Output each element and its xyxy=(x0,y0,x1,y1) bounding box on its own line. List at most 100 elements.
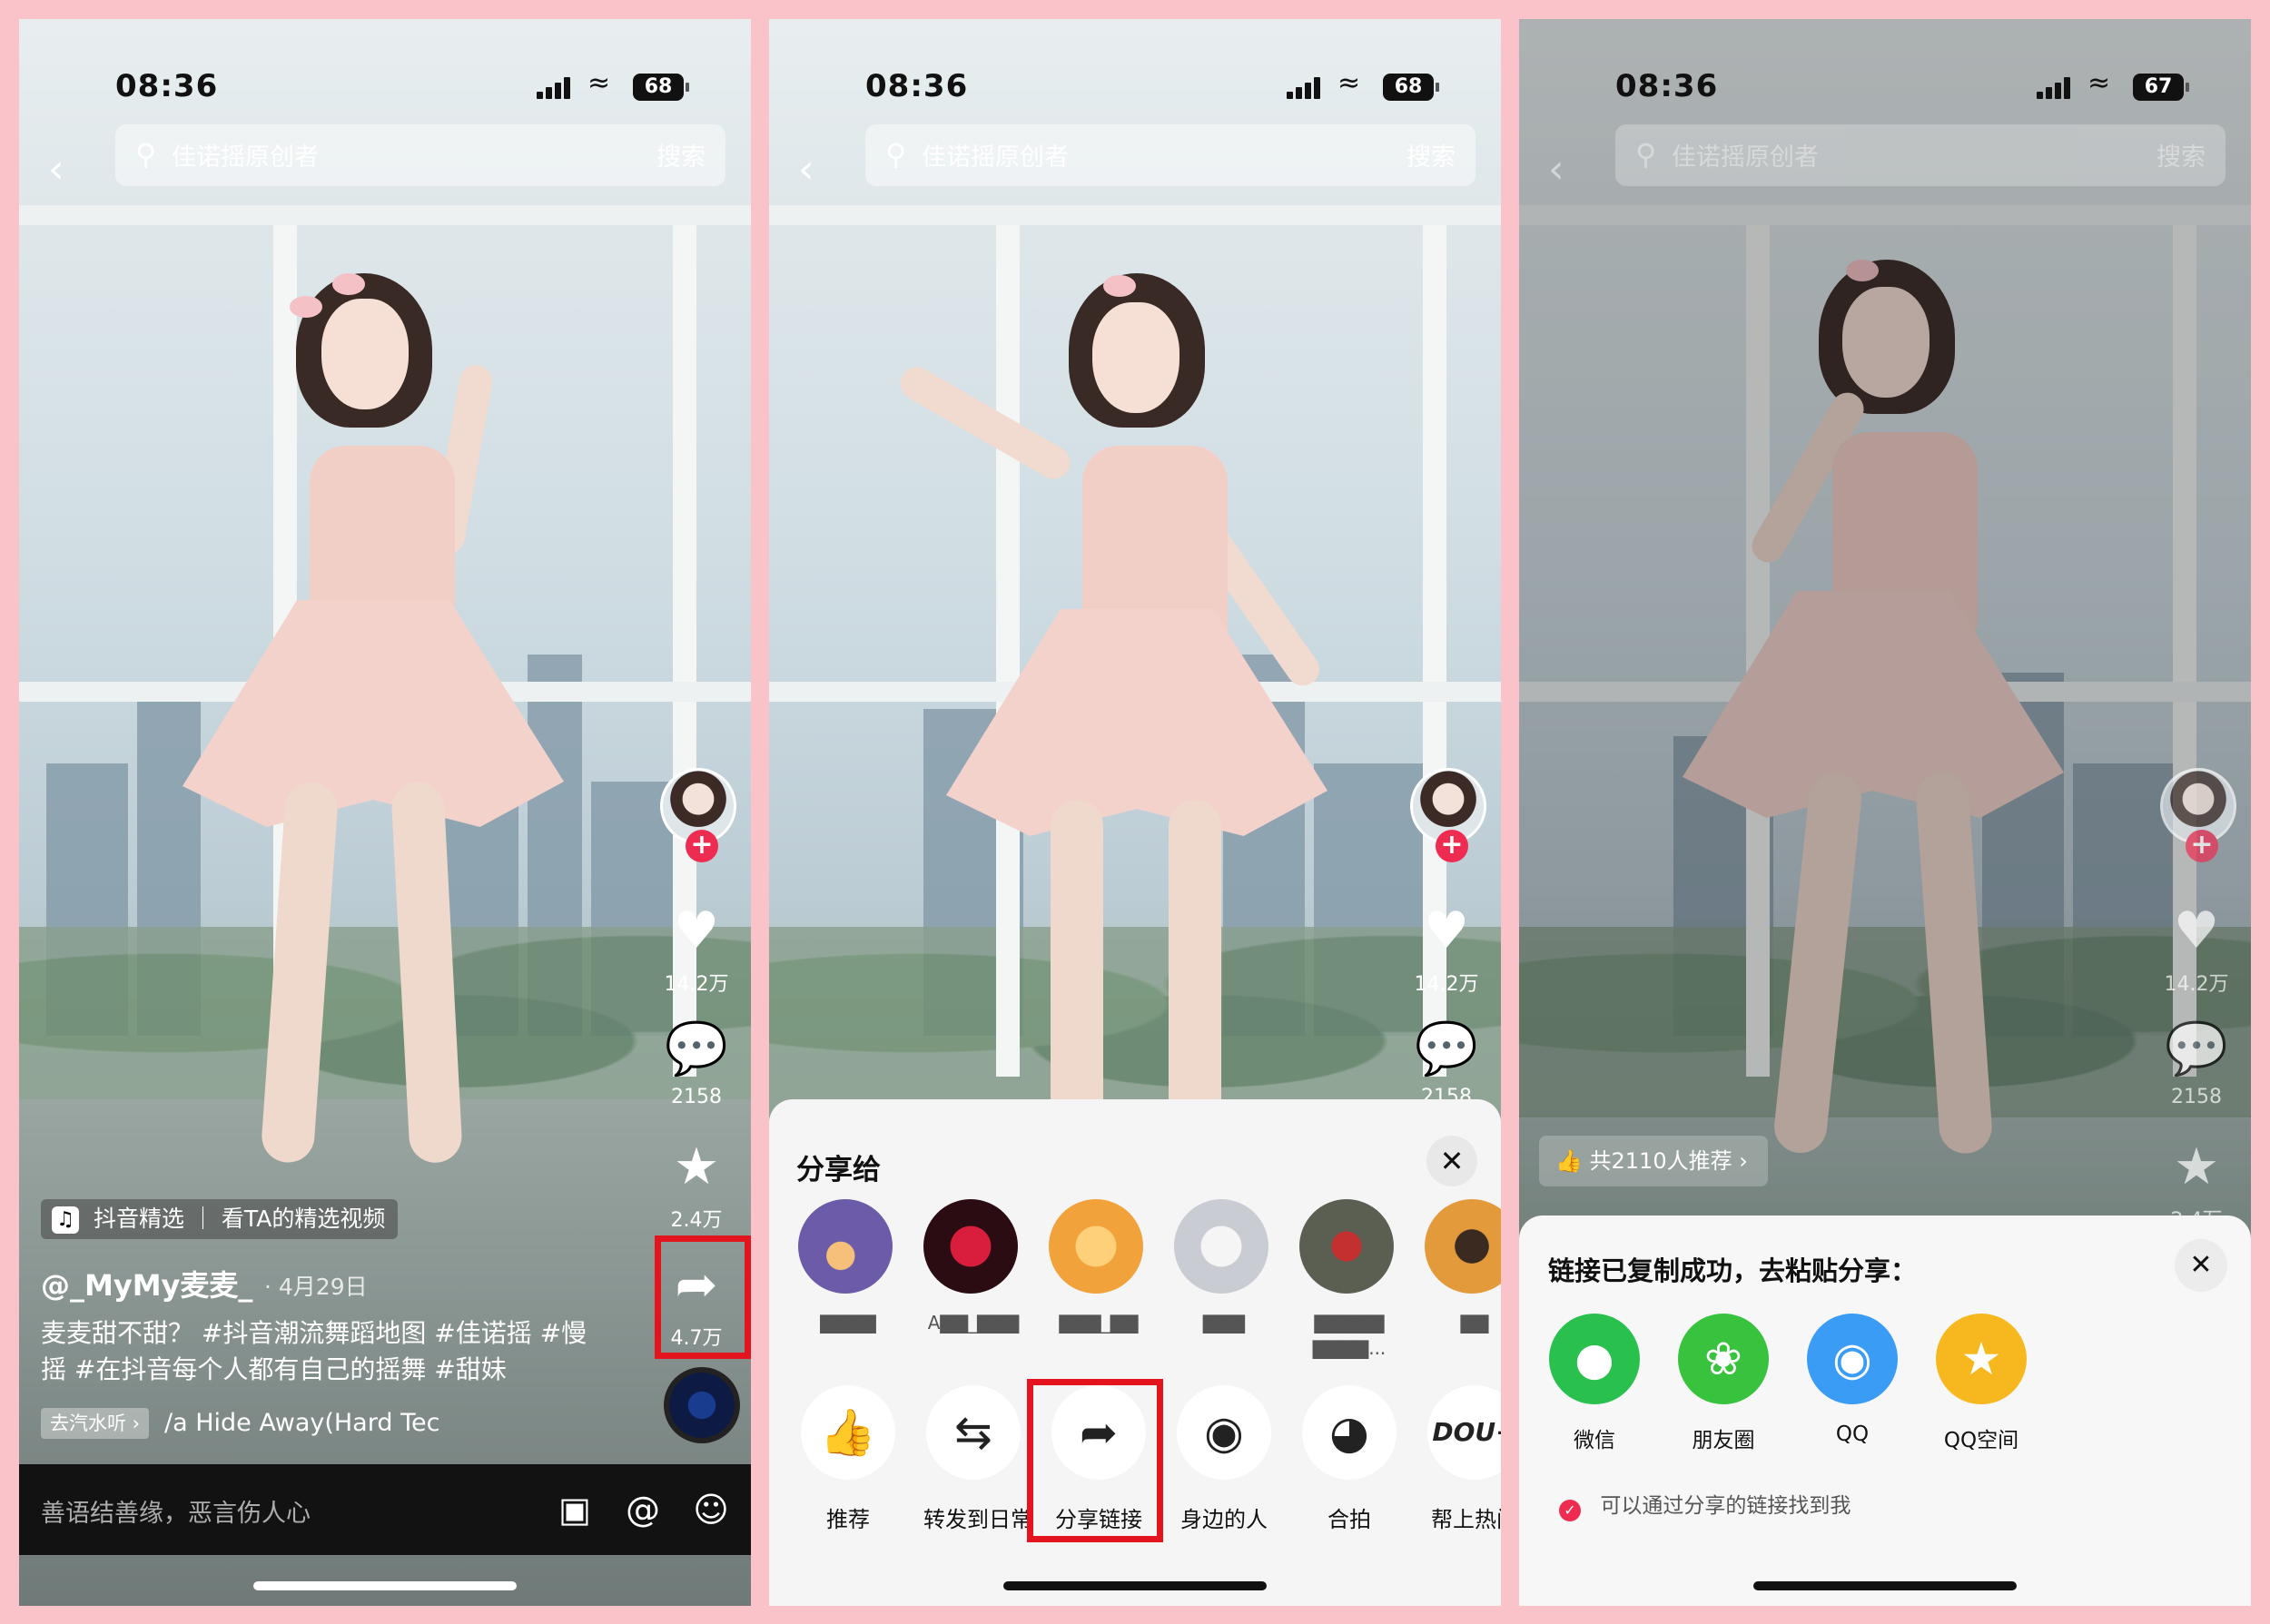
cellular-signal-icon xyxy=(2037,77,2073,99)
status-bar: 08:36 ≈ 68 xyxy=(769,50,1501,104)
status-time: 08:36 xyxy=(115,68,219,104)
home-indicator xyxy=(1753,1581,2017,1590)
copy-success-title: 链接已复制成功，去粘贴分享： xyxy=(1548,1255,1918,1286)
share-sheet-title: 分享给 xyxy=(796,1154,881,1186)
comment-icon[interactable]: 💬 xyxy=(1401,1022,1492,1077)
thumbs-up-icon: 👍 xyxy=(1555,1148,1590,1174)
search-button[interactable]: 搜索 xyxy=(2156,137,2206,172)
search-button[interactable]: 搜索 xyxy=(656,137,706,172)
search-query: 佳诺摇原创者 xyxy=(172,143,319,172)
close-icon[interactable]: ✕ xyxy=(2175,1239,2227,1292)
friend-avatar xyxy=(923,1199,1018,1294)
music-disc-icon[interactable] xyxy=(664,1367,740,1443)
wifi-icon: ≈ xyxy=(1337,67,1361,99)
search-bar[interactable]: ⚲ 佳诺摇原创者 搜索 xyxy=(865,124,1476,186)
nearby-action[interactable]: ◉ 身边的人 xyxy=(1174,1385,1274,1533)
comment-icon[interactable]: 💬 xyxy=(651,1022,742,1077)
share-moments[interactable]: ❀ 朋友圈 xyxy=(1673,1314,1773,1453)
favorite-count: 2.4万 xyxy=(670,1209,723,1232)
phone-screen-3: 08:36 ≈ 67 ‹ ⚲ 佳诺摇原创者 搜索 + ♥ 14.2万 💬 215… xyxy=(1519,19,2251,1606)
search-icon: ⚲ xyxy=(885,137,907,172)
follow-plus-icon[interactable]: + xyxy=(1436,830,1468,862)
mention-icon[interactable]: @ xyxy=(623,1490,663,1530)
back-icon[interactable]: ‹ xyxy=(48,150,81,190)
cellular-signal-icon xyxy=(1287,77,1323,99)
share-qzone[interactable]: ★ QQ空间 xyxy=(1931,1314,2031,1453)
friend-avatar xyxy=(798,1199,893,1294)
friend-item[interactable]: ▇▇▇ xyxy=(1174,1199,1274,1335)
heart-icon[interactable]: ♥ xyxy=(1401,904,1492,959)
wifi-icon: ≈ xyxy=(2087,67,2111,99)
back-icon[interactable]: ‹ xyxy=(1548,150,1581,190)
share-qq[interactable]: ◉ QQ xyxy=(1802,1314,1902,1446)
wechat-icon: ● xyxy=(1549,1314,1640,1404)
friend-avatar xyxy=(1049,1199,1143,1294)
search-icon: ⚲ xyxy=(135,137,157,172)
recommend-action[interactable]: 👍 推荐 xyxy=(798,1385,898,1533)
friend-item[interactable]: A▇▇_▇▇▇ xyxy=(923,1199,1023,1335)
status-time: 08:36 xyxy=(1615,68,1719,104)
search-bar[interactable]: ⚲ 佳诺摇原创者 搜索 xyxy=(1615,124,2226,186)
comment-bar[interactable]: 善语结善缘，恶言伤人心 ▣ @ ☺ xyxy=(19,1464,751,1555)
comment-placeholder: 善语结善缘，恶言伤人心 xyxy=(41,1500,311,1528)
like-count: 14.2万 xyxy=(664,973,729,996)
thumbs-up-icon: 👍 xyxy=(801,1385,895,1480)
battery-icon: 67 xyxy=(2133,74,2189,101)
friend-item[interactable]: ▇▇▇▇ xyxy=(798,1199,898,1335)
status-bar: 08:36 ≈ 67 xyxy=(1519,50,2251,104)
home-indicator xyxy=(1003,1581,1267,1590)
search-bar[interactable]: ⚲ 佳诺摇原创者 搜索 xyxy=(115,124,725,186)
check-icon: ✓ xyxy=(1559,1500,1581,1521)
image-icon[interactable]: ▣ xyxy=(555,1490,595,1530)
star-icon[interactable]: ★ xyxy=(2151,1140,2242,1195)
comment-count: 2158 xyxy=(671,1086,722,1108)
follow-plus-icon[interactable]: + xyxy=(2186,830,2218,862)
music-app-tag[interactable]: 去汽水听 › xyxy=(41,1408,150,1439)
phone-screen-1: 08:36 ≈ 68 ‹ ⚲ 佳诺摇原创者 搜索 + ♥ 14.2万 💬 215… xyxy=(19,19,751,1606)
search-button[interactable]: 搜索 xyxy=(1406,137,1456,172)
author-name[interactable]: @_MyMy麦麦_ xyxy=(41,1263,252,1304)
repost-icon: ⇆ xyxy=(926,1385,1021,1480)
action-rail: + ♥ 14.2万 💬 2158 ★ 2.4万 xyxy=(2151,768,2242,1232)
tiktok-logo-icon: ♫ xyxy=(52,1206,79,1234)
phone-screen-2: 08:36 ≈ 68 ‹ ⚲ 佳诺摇原创者 搜索 + ♥ 14.2万 💬 215… xyxy=(769,19,1501,1606)
dancer-figure xyxy=(19,19,751,1464)
star-icon[interactable]: ★ xyxy=(651,1140,742,1195)
friend-avatar xyxy=(1425,1199,1501,1294)
friend-item[interactable]: ▇▇▇_▇▇ xyxy=(1049,1199,1149,1335)
qq-penguin-icon: ◉ xyxy=(1807,1314,1898,1404)
cellular-signal-icon xyxy=(537,77,573,99)
dou-plus-action[interactable]: DOU+ 帮上热门 xyxy=(1425,1385,1501,1533)
post-date: · 4月29日 xyxy=(264,1274,368,1300)
emoji-icon[interactable]: ☺ xyxy=(691,1490,731,1530)
search-icon: ⚲ xyxy=(1635,137,1657,172)
share-highlight-box xyxy=(655,1235,751,1359)
heart-icon[interactable]: ♥ xyxy=(651,904,742,959)
home-indicator xyxy=(253,1581,517,1590)
status-time: 08:36 xyxy=(865,68,969,104)
duet-icon: ◕ xyxy=(1302,1385,1397,1480)
link-copied-panel: 链接已复制成功，去粘贴分享： ✕ ● 微信 ❀ 朋友圈 ◉ QQ ★ QQ空间 … xyxy=(1519,1216,2251,1606)
action-rail: + ♥ 14.2万 💬 2158 xyxy=(1401,768,1492,1113)
share-link-highlight-box xyxy=(1027,1379,1163,1542)
status-bar: 08:36 ≈ 68 xyxy=(19,50,751,104)
comment-icon[interactable]: 💬 xyxy=(2151,1022,2242,1077)
heart-icon[interactable]: ♥ xyxy=(2151,904,2242,959)
share-wechat[interactable]: ● 微信 xyxy=(1545,1314,1644,1453)
close-icon[interactable]: ✕ xyxy=(1426,1136,1477,1186)
dou-plus-icon: DOU+ xyxy=(1427,1385,1501,1480)
nearby-broadcast-icon: ◉ xyxy=(1177,1385,1271,1480)
friend-avatar xyxy=(1174,1199,1268,1294)
friend-item[interactable]: ▇▇ xyxy=(1425,1199,1501,1335)
battery-icon: 68 xyxy=(1383,74,1439,101)
duet-action[interactable]: ◕ 合拍 xyxy=(1299,1385,1399,1533)
battery-icon: 68 xyxy=(633,74,689,101)
back-icon[interactable]: ‹ xyxy=(798,150,831,190)
music-title[interactable]: /a Hide Away(Hard Tec xyxy=(164,1408,439,1439)
friend-item[interactable]: ▇▇▇▇▇ ▇▇▇▇... xyxy=(1299,1199,1399,1361)
follow-plus-icon[interactable]: + xyxy=(686,830,718,862)
recommend-count-badge[interactable]: 👍 共2110人推荐 › xyxy=(1539,1136,1768,1186)
moments-aperture-icon: ❀ xyxy=(1678,1314,1769,1404)
collection-tag[interactable]: ♫ 抖音精选 ｜ 看TA的精选视频 xyxy=(41,1199,399,1239)
repost-action[interactable]: ⇆ 转发到日常 xyxy=(923,1385,1032,1533)
